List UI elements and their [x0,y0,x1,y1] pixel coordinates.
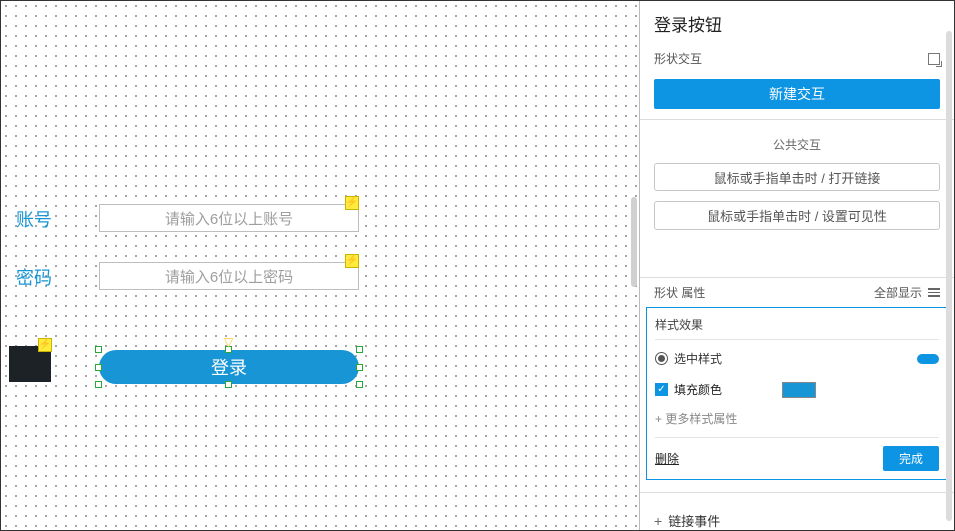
account-input[interactable]: 请输入6位以上账号 [99,204,359,232]
public-option-set-visibility[interactable]: 鼠标或手指单击时 / 设置可见性 [654,201,940,229]
panel-scrollbar[interactable] [946,31,952,521]
color-swatch[interactable] [782,382,816,398]
toggle-switch[interactable] [917,354,939,364]
public-interaction-header: 公共交互 [640,130,954,163]
selection-handle[interactable] [225,381,232,388]
rotate-marker-icon[interactable]: ▽ [224,336,234,346]
expand-icon[interactable] [928,53,940,65]
fill-color-label: 填充颜色 [674,381,722,398]
password-label: 密码 [16,264,52,290]
section-shape-interaction: 形状交互 [640,44,954,73]
bolt-icon: ⚡ [345,196,359,210]
public-option-open-link[interactable]: 鼠标或手指单击时 / 打开链接 [654,163,940,191]
selection-handle[interactable] [95,346,102,353]
shape-props-label: 形状 属性 [654,284,705,301]
style-effect-header: 样式效果 [655,308,939,340]
selection-handle[interactable] [356,364,363,371]
password-placeholder: 请输入6位以上密码 [165,266,293,287]
login-text: 登录 [211,354,247,380]
new-interaction-button[interactable]: 新建交互 [654,79,940,109]
account-placeholder: 请输入6位以上账号 [165,208,293,229]
properties-panel: 登录按钮 形状交互 新建交互 公共交互 鼠标或手指单击时 / 打开链接 鼠标或手… [639,1,954,530]
plus-icon: + [654,513,662,529]
add-link-event[interactable]: + 链接事件 [640,501,954,530]
login-button[interactable]: 登录 [99,350,359,384]
selection-handle[interactable] [356,381,363,388]
link-event-label: 链接事件 [668,511,720,530]
account-label: 账号 [16,206,52,232]
design-canvas[interactable]: 账号 密码 请输入6位以上账号 ⚡ 请输入6位以上密码 ⚡ ⚡ 登录 ▽ [1,1,639,530]
canvas-scrollbar[interactable] [631,197,637,287]
style-effect-box: 样式效果 选中样式 ✓ 填充颜色 + 更多样式属性 删除 完成 [646,307,948,480]
show-all-label[interactable]: 全部显示 [874,284,922,301]
section-shape-props: 形状 属性 全部显示 [640,277,954,307]
delete-button[interactable]: 删除 [655,450,679,467]
selection-handle[interactable] [95,381,102,388]
password-input[interactable]: 请输入6位以上密码 [99,262,359,290]
bolt-icon: ⚡ [38,338,52,352]
selection-handle[interactable] [95,364,102,371]
radio-icon[interactable] [655,352,668,365]
bolt-icon: ⚡ [345,254,359,268]
more-style-props[interactable]: + 更多样式属性 [655,406,939,437]
panel-title: 登录按钮 [640,1,954,44]
interaction-header: 形状交互 [654,50,702,67]
selection-handle[interactable] [356,346,363,353]
done-button[interactable]: 完成 [883,446,939,471]
selected-style-label: 选中样式 [674,350,722,367]
checkbox-fill-color[interactable]: ✓ [655,383,668,396]
menu-icon[interactable] [928,288,940,297]
